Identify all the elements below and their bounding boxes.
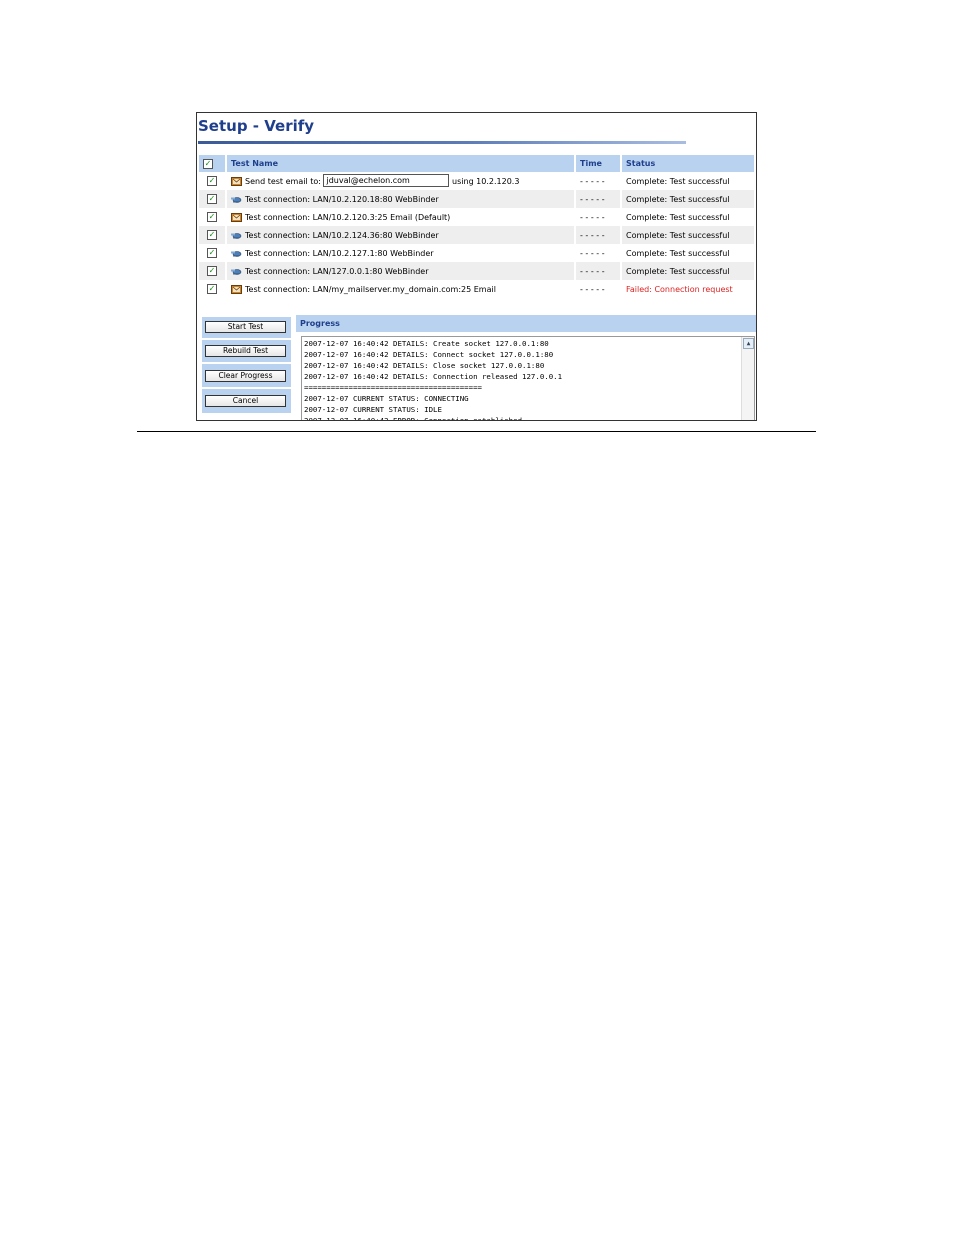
- log-line: 2007-12-07 16:40:42 DETAILS: Connection …: [304, 372, 563, 381]
- button-divider: [202, 387, 291, 389]
- test-name-label: Send test email to:: [245, 176, 321, 186]
- select-all-checkbox[interactable]: ✓: [203, 158, 213, 169]
- status-header: Status: [621, 155, 756, 172]
- row-checkbox-cell: ✓: [199, 208, 227, 226]
- test-name-label: Test connection: LAN/10.2.127.1:80 WebBi…: [245, 248, 434, 258]
- status-cell: Complete: Test successful: [621, 190, 756, 208]
- test-email-suffix: using 10.2.120.3: [452, 176, 520, 186]
- row-checkbox[interactable]: ✓: [207, 212, 217, 222]
- row-checkbox-cell: ✓: [199, 244, 227, 262]
- row-checkbox[interactable]: ✓: [207, 284, 217, 294]
- clear-progress-button[interactable]: Clear Progress: [205, 370, 286, 382]
- row-checkbox-cell: ✓: [199, 262, 227, 280]
- log-line: 2007-12-07 16:40:42 DETAILS: Connect soc…: [304, 350, 554, 359]
- row-checkbox-cell: ✓: [199, 190, 227, 208]
- log-line: 2007-12-07 CURRENT STATUS: CONNECTING: [304, 394, 469, 403]
- time-cell: - - - - -: [575, 172, 622, 190]
- table-header-row: ✓ Test Name Time Status: [199, 155, 756, 172]
- table-row: ✓ Test connection: LAN/10.2.127.1:80 WebB…: [199, 244, 756, 262]
- log-line: 2007-12-07 16:40:42 DETAILS: Close socke…: [304, 361, 545, 370]
- test-email-input[interactable]: [323, 173, 450, 187]
- button-divider: [202, 338, 291, 340]
- test-name-label: Test connection: LAN/10.2.120.18:80 WebB…: [245, 194, 439, 204]
- log-line: 2007-12-07 CURRENT STATUS: IDLE: [304, 405, 442, 414]
- status-cell: Failed: Connection request: [621, 280, 756, 298]
- time-header: Time: [575, 155, 622, 172]
- email-icon: [231, 284, 245, 294]
- title-underline: [198, 141, 686, 144]
- status-cell: Complete: Test successful: [621, 172, 756, 190]
- select-all-header: ✓: [199, 155, 227, 172]
- start-test-button[interactable]: Start Test: [205, 321, 286, 333]
- log-line: ========================================: [304, 383, 482, 392]
- button-divider: [202, 362, 291, 364]
- test-name-label: Test connection: LAN/my_mailserver.my_do…: [245, 284, 496, 294]
- row-checkbox[interactable]: ✓: [207, 194, 217, 204]
- row-checkbox-cell: ✓: [199, 226, 227, 244]
- row-checkbox-cell: ✓: [199, 172, 227, 190]
- row-checkbox[interactable]: ✓: [207, 230, 217, 240]
- test-name-cell: Test connection: LAN/10.2.124.36:80 WebB…: [226, 226, 576, 244]
- network-icon: [231, 249, 245, 258]
- progress-log[interactable]: 2007-12-07 16:40:42 DETAILS: Create sock…: [301, 336, 755, 421]
- status-cell: Complete: Test successful: [621, 262, 756, 280]
- time-cell: - - - - -: [575, 226, 622, 244]
- email-icon: [231, 212, 245, 222]
- log-line: 2007-12-07 16:40:42 ERROR: Connection es…: [304, 416, 523, 421]
- time-cell: - - - - -: [575, 208, 622, 226]
- test-name-header: Test Name: [226, 155, 576, 172]
- test-name-cell: Test connection: LAN/10.2.120.18:80 WebB…: [226, 190, 576, 208]
- table-row: ✓ Test connection: LAN/my_mailserver.my_d…: [199, 280, 756, 298]
- test-name-cell: Test connection: LAN/10.2.120.3:25 Email…: [226, 208, 576, 226]
- page-title: Setup - Verify: [198, 117, 315, 135]
- setup-verify-window: Setup - Verify ✓ Test Name Time Status ✓…: [196, 112, 757, 421]
- rebuild-test-button[interactable]: Rebuild Test: [205, 345, 286, 357]
- progress-header: Progress: [296, 315, 756, 332]
- table-row: ✓ Test connection: LAN/10.2.120.3:25 Emai…: [199, 208, 756, 226]
- progress-scrollbar[interactable]: ▲: [741, 337, 754, 420]
- button-panel: Start Test Rebuild Test Clear Progress C…: [202, 317, 291, 413]
- status-cell: Complete: Test successful: [621, 226, 756, 244]
- test-name-label: Test connection: LAN/10.2.124.36:80 WebB…: [245, 230, 439, 240]
- test-name-cell: Test connection: LAN/my_mailserver.my_do…: [226, 280, 576, 298]
- table-row: ✓ Test connection: LAN/127.0.0.1:80 WebBi…: [199, 262, 756, 280]
- test-name-label: Test connection: LAN/10.2.120.3:25 Email…: [245, 212, 451, 222]
- time-cell: - - - - -: [575, 280, 622, 298]
- test-name-cell: Send test email to: using 10.2.120.3: [226, 172, 576, 190]
- test-name-label: Test connection: LAN/127.0.0.1:80 WebBin…: [245, 266, 429, 276]
- page-divider: [137, 431, 816, 432]
- table-row: ✓Send test email to: using 10.2.120.3- -…: [199, 172, 756, 190]
- network-icon: [231, 231, 245, 240]
- log-line: 2007-12-07 16:40:42 DETAILS: Create sock…: [304, 339, 549, 348]
- cancel-button[interactable]: Cancel: [205, 395, 286, 407]
- table-row: ✓ Test connection: LAN/10.2.124.36:80 Web…: [199, 226, 756, 244]
- row-checkbox[interactable]: ✓: [207, 248, 217, 258]
- row-checkbox[interactable]: ✓: [207, 176, 217, 186]
- network-icon: [231, 267, 245, 276]
- time-cell: - - - - -: [575, 244, 622, 262]
- email-icon: [231, 176, 245, 186]
- tests-table: ✓ Test Name Time Status ✓ Send test email…: [199, 155, 756, 298]
- test-name-cell: Test connection: LAN/127.0.0.1:80 WebBin…: [226, 262, 576, 280]
- network-icon: [231, 195, 245, 204]
- time-cell: - - - - -: [575, 262, 622, 280]
- row-checkbox-cell: ✓: [199, 280, 227, 298]
- scroll-up-arrow-icon[interactable]: ▲: [743, 338, 754, 349]
- row-checkbox[interactable]: ✓: [207, 266, 217, 276]
- table-row: ✓ Test connection: LAN/10.2.120.18:80 Web…: [199, 190, 756, 208]
- time-cell: - - - - -: [575, 190, 622, 208]
- status-cell: Complete: Test successful: [621, 244, 756, 262]
- test-name-cell: Test connection: LAN/10.2.127.1:80 WebBi…: [226, 244, 576, 262]
- status-cell: Complete: Test successful: [621, 208, 756, 226]
